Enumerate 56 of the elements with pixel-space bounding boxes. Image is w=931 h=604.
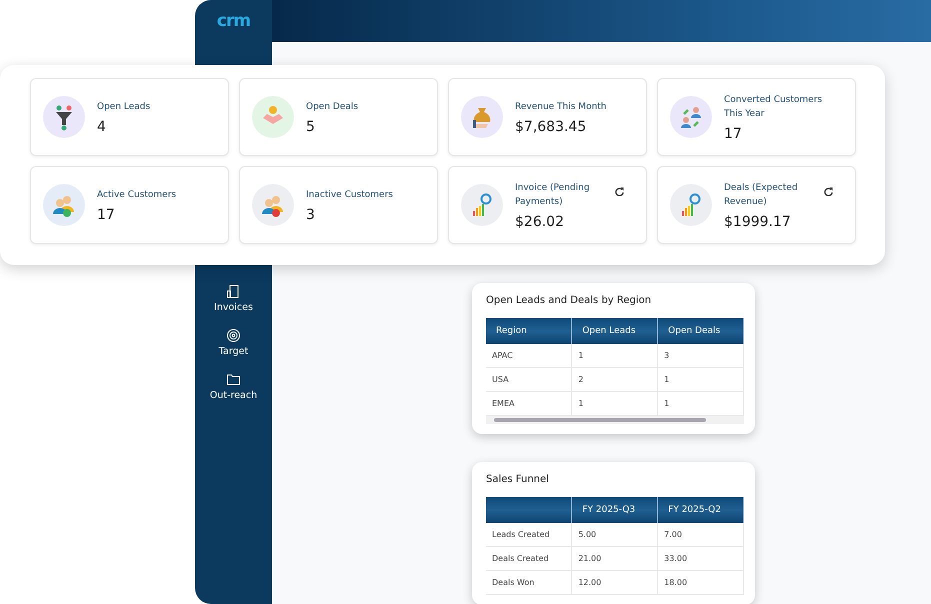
kpi-label: Converted Customers This Year xyxy=(724,94,824,120)
kpi-value: 17 xyxy=(97,206,116,222)
money-bag-icon xyxy=(461,96,503,138)
table-cell: 18.00 xyxy=(658,570,744,594)
kpi-value: $1999.17 xyxy=(724,214,792,230)
table-cell: 1 xyxy=(658,368,744,392)
table-title: Sales Funnel xyxy=(486,474,550,485)
horizontal-scrollbar[interactable] xyxy=(486,416,744,424)
sidebar-item[interactable]: Invoices xyxy=(214,285,253,313)
kpi-value: 4 xyxy=(97,118,107,134)
column-header: Open Leads xyxy=(572,318,658,344)
column-header: FY 2025-Q3 xyxy=(572,497,658,523)
table-cell: 1 xyxy=(572,344,658,368)
sidebar-item[interactable]: Target xyxy=(218,329,248,357)
column-header: Region xyxy=(486,318,572,344)
column-header: Open Deals xyxy=(658,318,744,344)
table-cell: 33.00 xyxy=(658,546,744,570)
kpi-label: Invoice (Pending Payments) xyxy=(515,182,591,208)
column-header: FY 2025-Q2 xyxy=(658,497,744,523)
refresh-icon[interactable] xyxy=(615,187,624,196)
folder-icon xyxy=(226,373,240,386)
bar-chart-magnifier-icon xyxy=(461,184,503,226)
table-cell: Deals Won xyxy=(486,570,572,594)
refresh-icon[interactable] xyxy=(824,187,833,196)
table-cell: Leads Created xyxy=(486,523,572,546)
people-check-icon xyxy=(43,184,85,226)
kpi-value: 3 xyxy=(306,206,316,222)
table-cell: 12.00 xyxy=(572,570,658,594)
kpi-value: $26.02 xyxy=(515,214,565,230)
table-title: Open Leads and Deals by Region xyxy=(486,295,652,306)
table-cell: 21.00 xyxy=(572,546,658,570)
people-exchange-icon xyxy=(670,96,712,138)
table-cell: Deals Created xyxy=(486,546,572,570)
kpi-value: 17 xyxy=(724,126,743,142)
logo[interactable]: crm xyxy=(216,11,250,31)
target-icon xyxy=(226,329,240,342)
kpi-label: Open Deals xyxy=(306,100,358,114)
bar-chart-magnifier-icon xyxy=(670,184,712,226)
kpi-label: Deals (Expected Revenue) xyxy=(724,182,799,208)
sidebar-item[interactable]: Out-reach xyxy=(210,373,258,401)
kpi-value: 5 xyxy=(306,118,316,134)
kpi-value: $7,683.45 xyxy=(515,118,588,134)
table-cell: 3 xyxy=(658,344,744,368)
kpi-label: Inactive Customers xyxy=(306,188,393,202)
table-cell: USA xyxy=(486,368,572,392)
handshake-icon xyxy=(252,96,294,138)
kpi-label: Open Leads xyxy=(97,100,150,114)
kpi-label: Active Customers xyxy=(97,188,176,202)
people-cross-icon xyxy=(252,184,294,226)
table-cell: 2 xyxy=(572,368,658,392)
table-cell: 7.00 xyxy=(658,523,744,546)
funnel-icon xyxy=(43,96,85,138)
kpi-label: Revenue This Month xyxy=(515,100,607,114)
table-cell: 5.00 xyxy=(572,523,658,546)
invoice-icon xyxy=(226,285,240,298)
table-cell: APAC xyxy=(486,344,572,368)
